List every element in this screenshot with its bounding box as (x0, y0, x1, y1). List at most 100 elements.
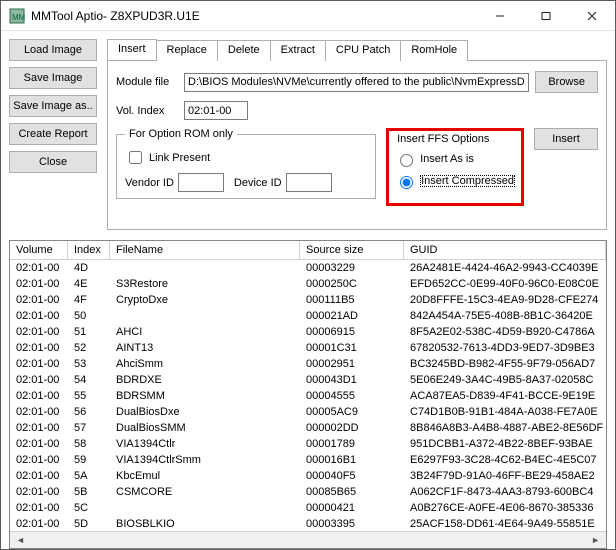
cell-source-size: 00005AC9 (300, 404, 404, 420)
table-row[interactable]: 02:01-005DBIOSBLKIO0000339525ACF158-DD61… (10, 516, 606, 531)
cell-filename: AHCI (110, 324, 300, 340)
cell-volume: 02:01-00 (10, 468, 68, 484)
cell-volume: 02:01-00 (10, 260, 68, 276)
cell-index: 56 (68, 404, 110, 420)
cell-index: 59 (68, 452, 110, 468)
table-row[interactable]: 02:01-0051AHCI000069158F5A2E02-538C-4D59… (10, 324, 606, 340)
insert-compressed-radio[interactable] (400, 176, 413, 189)
cell-filename: DualBiosDxe (110, 404, 300, 420)
cell-guid: 20D8FFFE-15C3-4EA9-9D28-CFE274 (404, 292, 606, 308)
cell-source-size: 00001789 (300, 436, 404, 452)
device-id-input[interactable] (286, 173, 332, 192)
cell-filename: S3Restore (110, 276, 300, 292)
save-image-button[interactable]: Save Image (9, 67, 97, 89)
cell-guid: 25ACF158-DD61-4E64-9A49-55851E (404, 516, 606, 531)
scroll-right-arrow[interactable]: ► (587, 535, 604, 545)
insert-as-is-label: Insert As is (420, 153, 474, 165)
tab-replace[interactable]: Replace (157, 40, 218, 61)
table-row[interactable]: 02:01-005AKbcEmul000040F53B24F79D-91A0-4… (10, 468, 606, 484)
tab-cpu-patch[interactable]: CPU Patch (326, 40, 401, 61)
cell-source-size: 00004555 (300, 388, 404, 404)
table-row[interactable]: 02:01-0058VIA1394Ctlr00001789951DCBB1-A3… (10, 436, 606, 452)
cell-source-size: 00003395 (300, 516, 404, 531)
cell-source-size: 000043D1 (300, 372, 404, 388)
cell-volume: 02:01-00 (10, 420, 68, 436)
insert-button[interactable]: Insert (534, 128, 598, 150)
browse-button[interactable]: Browse (535, 71, 598, 93)
cell-guid: A062CF1F-8473-4AA3-8793-600BC4 (404, 484, 606, 500)
cell-source-size: 00002951 (300, 356, 404, 372)
cell-volume: 02:01-00 (10, 500, 68, 516)
cell-index: 4D (68, 260, 110, 276)
insert-compressed-label: Insert Compressed (420, 175, 515, 187)
cell-filename: CSMCORE (110, 484, 300, 500)
cell-volume: 02:01-00 (10, 308, 68, 324)
close-button[interactable]: Close (9, 151, 97, 173)
cell-index: 54 (68, 372, 110, 388)
table-row[interactable]: 02:01-0059VIA1394CtlrSmm000016B1E6297F93… (10, 452, 606, 468)
option-rom-legend: For Option ROM only (125, 128, 237, 140)
col-index[interactable]: Index (68, 241, 110, 259)
table-row[interactable]: 02:01-0054BDRDXE000043D15E06E249-3A4C-49… (10, 372, 606, 388)
table-row[interactable]: 02:01-004D0000322926A2481E-4424-46A2-994… (10, 260, 606, 276)
cell-source-size: 000002DD (300, 420, 404, 436)
link-present-checkbox[interactable] (129, 151, 142, 164)
horizontal-scrollbar[interactable]: ◄ ► (10, 531, 606, 548)
table-row[interactable]: 02:01-005C00000421A0B276CE-A0FE-4E06-867… (10, 500, 606, 516)
cell-volume: 02:01-00 (10, 452, 68, 468)
tab-delete[interactable]: Delete (218, 40, 271, 61)
cell-guid: 842A454A-75E5-408B-8B1C-36420E (404, 308, 606, 324)
table-row[interactable]: 02:01-0053AhciSmm00002951BC3245BD-B982-4… (10, 356, 606, 372)
cell-volume: 02:01-00 (10, 404, 68, 420)
cell-index: 55 (68, 388, 110, 404)
cell-filename: AINT13 (110, 340, 300, 356)
cell-index: 4F (68, 292, 110, 308)
load-image-button[interactable]: Load Image (9, 39, 97, 61)
tab-extract[interactable]: Extract (271, 40, 326, 61)
create-report-button[interactable]: Create Report (9, 123, 97, 145)
cell-filename: BDRDXE (110, 372, 300, 388)
ffs-options-highlight: Insert FFS Options Insert As is Insert C… (386, 128, 524, 206)
module-file-label: Module file (116, 76, 184, 88)
table-row[interactable]: 02:01-004FCryptoDxe000111B520D8FFFE-15C3… (10, 292, 606, 308)
cell-guid: ACA87EA5-D839-4F41-BCCE-9E19E (404, 388, 606, 404)
table-row[interactable]: 02:01-004ES3Restore0000250CEFD652CC-0E99… (10, 276, 606, 292)
close-window-button[interactable] (569, 1, 615, 31)
col-filename[interactable]: FileName (110, 241, 300, 259)
col-source-size[interactable]: Source size (300, 241, 404, 259)
cell-volume: 02:01-00 (10, 516, 68, 531)
table-row[interactable]: 02:01-0056DualBiosDxe00005AC9C74D1B0B-91… (10, 404, 606, 420)
vol-index-input[interactable] (184, 101, 248, 120)
minimize-button[interactable] (477, 1, 523, 31)
table-body[interactable]: 02:01-004D0000322926A2481E-4424-46A2-994… (10, 260, 606, 531)
tab-insert[interactable]: Insert (107, 39, 157, 60)
maximize-button[interactable] (523, 1, 569, 31)
cell-guid: BC3245BD-B982-4F55-9F79-056AD7 (404, 356, 606, 372)
cell-index: 4E (68, 276, 110, 292)
col-guid[interactable]: GUID (404, 241, 606, 259)
table-row[interactable]: 02:01-0052AINT1300001C3167820532-7613-4D… (10, 340, 606, 356)
table-row[interactable]: 02:01-0057DualBiosSMM000002DD8B846A8B3-A… (10, 420, 606, 436)
vendor-id-input[interactable] (178, 173, 224, 192)
app-icon: MM (9, 8, 25, 24)
tab-romhole[interactable]: RomHole (401, 40, 468, 61)
cell-guid: 951DCBB1-A372-4B22-8BEF-93BAE (404, 436, 606, 452)
cell-source-size: 000021AD (300, 308, 404, 324)
table-header: Volume Index FileName Source size GUID (10, 241, 606, 260)
table-row[interactable]: 02:01-0055BDRSMM00004555ACA87EA5-D839-4F… (10, 388, 606, 404)
save-image-as-button[interactable]: Save Image as.. (9, 95, 97, 117)
cell-source-size: 000016B1 (300, 452, 404, 468)
window-title: MMTool Aptio- Z8XPUD3R.U1E (31, 9, 200, 23)
cell-index: 57 (68, 420, 110, 436)
insert-as-is-radio[interactable] (400, 154, 413, 167)
table-row[interactable]: 02:01-005BCSMCORE00085B65A062CF1F-8473-4… (10, 484, 606, 500)
table-row[interactable]: 02:01-0050000021AD842A454A-75E5-408B-8B1… (10, 308, 606, 324)
scroll-left-arrow[interactable]: ◄ (12, 535, 29, 545)
cell-filename: BIOSBLKIO (110, 516, 300, 531)
col-volume[interactable]: Volume (10, 241, 68, 259)
module-file-input[interactable] (184, 73, 529, 92)
tab-strip: Insert Replace Delete Extract CPU Patch … (107, 39, 607, 60)
cell-source-size: 0000250C (300, 276, 404, 292)
cell-filename (110, 500, 300, 516)
window-controls (477, 1, 615, 31)
